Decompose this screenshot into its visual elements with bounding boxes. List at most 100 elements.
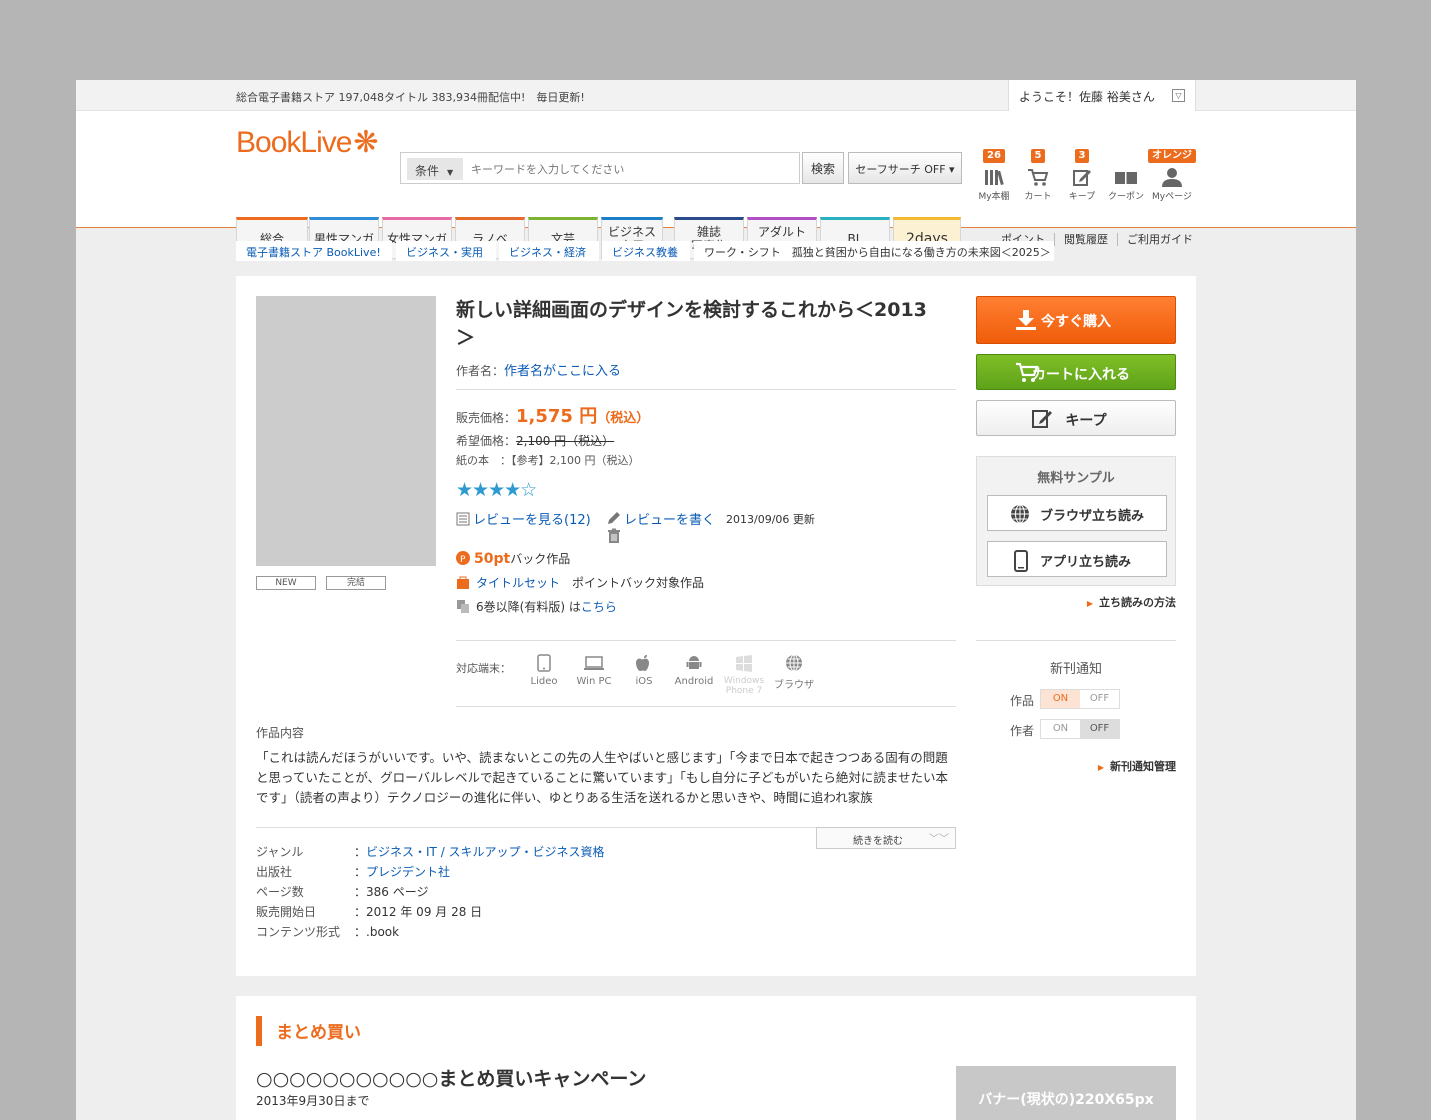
title-set-suffix: ポイントバック対象作品 bbox=[572, 576, 705, 590]
my-bookshelf-link[interactable]: 26 My本棚 bbox=[974, 149, 1014, 202]
windows-icon bbox=[736, 655, 752, 672]
metadata-separator: ： bbox=[354, 905, 367, 919]
metadata-text: .book bbox=[366, 925, 400, 939]
device-label: Win PC bbox=[576, 676, 612, 687]
more-label: 続きを読む bbox=[853, 836, 903, 847]
free-sample-heading: 無料サンプル bbox=[1037, 471, 1115, 486]
notify-work-toggle[interactable]: ON OFF bbox=[1040, 689, 1120, 709]
sample-howto-link[interactable]: ▶ 立ち読みの方法 bbox=[1087, 594, 1176, 610]
dropdown-icon[interactable]: ▽ bbox=[1172, 89, 1185, 102]
toggle-off[interactable]: OFF bbox=[1080, 720, 1119, 738]
search-button[interactable]: 検索 bbox=[802, 152, 844, 184]
breadcrumb-link[interactable]: ビジネス・経済 bbox=[499, 241, 599, 261]
add-to-cart-button[interactable]: カートに入れる bbox=[976, 354, 1176, 390]
metadata-value: ：2012 年 09 月 28 日 bbox=[354, 902, 482, 922]
title-set-link[interactable]: タイトルセット bbox=[476, 576, 560, 590]
breadcrumb-link[interactable]: ビジネス・実用 bbox=[396, 241, 496, 261]
browser-read-button[interactable]: ブラウザ立ち読み bbox=[987, 495, 1167, 531]
device-android: Android bbox=[669, 654, 719, 687]
toggle-on[interactable]: ON bbox=[1041, 690, 1080, 708]
app-read-button[interactable]: アプリ立ち読み bbox=[987, 541, 1167, 577]
bulk-heading: まとめ買い bbox=[276, 1023, 361, 1043]
metadata-link[interactable]: ビジネス・IT / スキルアップ・ビジネス資格 bbox=[366, 845, 605, 859]
safe-search-button[interactable]: セーフサーチ OFF ▾ bbox=[848, 152, 962, 184]
campaign-date: 2013年9月30日まで bbox=[256, 1094, 370, 1108]
coupon-link[interactable]: 0 クーポン bbox=[1106, 151, 1146, 202]
device-windows-phone: Windows Phone 7 bbox=[719, 654, 769, 696]
coupon-label: クーポン bbox=[1107, 192, 1144, 202]
view-reviews-link[interactable]: レビューを見る(12) bbox=[456, 509, 591, 528]
pencil-icon bbox=[608, 512, 620, 524]
metadata-value: ：386 ページ bbox=[354, 882, 429, 902]
notify-author-toggle[interactable]: ON OFF bbox=[1040, 719, 1120, 739]
devices-label: 対応端末： bbox=[456, 662, 511, 675]
price-value: 1,575 円 bbox=[516, 406, 598, 427]
read-more-button[interactable]: 続きを読む ﹀﹀ bbox=[816, 827, 956, 849]
chevron-down-icon: ﹀﹀ bbox=[929, 834, 949, 845]
booklive-logo[interactable]: BookLive❋ bbox=[236, 125, 379, 160]
metadata-link[interactable]: プレジデント社 bbox=[366, 865, 450, 879]
notify-work-row: 作品 ON OFF bbox=[1010, 689, 1120, 709]
mypage-link[interactable]: オレンジ Myページ bbox=[1148, 149, 1196, 202]
write-review-link[interactable]: レビューを書く bbox=[606, 509, 715, 528]
keep-label: キープ bbox=[1068, 192, 1096, 202]
bookshelf-icon bbox=[985, 170, 1004, 186]
user-icon bbox=[1162, 168, 1182, 187]
sale-price: 販売価格：1,575 円（税込） bbox=[456, 402, 649, 428]
globe-icon bbox=[786, 654, 802, 672]
condition-label: 条件 bbox=[415, 164, 440, 178]
metadata-key: ジャンル bbox=[256, 845, 304, 859]
search-condition-select[interactable]: 条件 ▼ bbox=[407, 158, 463, 180]
history-link[interactable]: 閲覧履歴 bbox=[1054, 233, 1117, 246]
metadata-separator: ： bbox=[354, 885, 367, 899]
free-sample-box: 無料サンプル ブラウザ立ち読み アプリ立ち読み bbox=[976, 456, 1176, 586]
notify-manage-link[interactable]: ▶ 新刊通知管理 bbox=[1098, 758, 1176, 774]
bulk-purchase-section: まとめ買い ○○○○○○○○○○○まとめ買いキャンペーン 2013年9月30日ま… bbox=[236, 996, 1196, 1120]
chevron-down-icon: ▼ bbox=[447, 168, 454, 177]
device-winpc: Win PC bbox=[569, 654, 619, 687]
breadcrumb-link[interactable]: ビジネス教養 bbox=[602, 241, 690, 261]
cart-link[interactable]: 5 カート bbox=[1018, 149, 1058, 202]
paper-price: 紙の本 ：【参考】2,100 円（税込） bbox=[456, 452, 640, 468]
device-label: Android bbox=[674, 676, 714, 687]
campaign-banner[interactable]: バナー(現状の)220X65px bbox=[956, 1066, 1176, 1120]
toggle-off[interactable]: OFF bbox=[1080, 690, 1119, 708]
campaign-title[interactable]: ○○○○○○○○○○○まとめ買いキャンペーン bbox=[256, 1064, 646, 1091]
welcome-text: ようこそ！佐藤 裕美さん bbox=[1019, 90, 1155, 104]
notify-work-label: 作品 bbox=[1010, 694, 1035, 708]
list-icon bbox=[456, 512, 470, 526]
book-title: 新しい詳細画面のデザインを検討するこれから＜2013＞ bbox=[456, 299, 927, 349]
keep-link[interactable]: 3 キープ bbox=[1062, 149, 1102, 202]
divider bbox=[456, 389, 956, 390]
metadata-key: 出版社 bbox=[256, 865, 293, 879]
metadata-value: ：ビジネス・IT / スキルアップ・ビジネス資格 bbox=[354, 842, 605, 862]
android-icon bbox=[686, 656, 702, 669]
keep-button[interactable]: キープ bbox=[976, 400, 1176, 436]
breadcrumb-current: ワーク・シフト 孤独と貧困から自由になる働き方の未来図＜2025＞ bbox=[694, 241, 1054, 261]
metadata-separator: ： bbox=[354, 845, 367, 859]
view-reviews-label: レビューを見る(12) bbox=[473, 513, 591, 528]
page: 総合電子書籍ストア 197,048タイトル 383,934冊配信中! 毎日更新!… bbox=[76, 80, 1356, 1120]
guide-link[interactable]: ご利用ガイド bbox=[1117, 233, 1202, 246]
welcome-menu[interactable]: ようこそ！佐藤 裕美さん ▽ bbox=[1008, 80, 1196, 111]
tablet-icon bbox=[537, 654, 551, 672]
toggle-on[interactable]: ON bbox=[1041, 720, 1080, 738]
book-cover-image[interactable] bbox=[256, 296, 436, 566]
trash-icon[interactable] bbox=[606, 528, 622, 544]
author-link[interactable]: 作者名がここに入る bbox=[504, 364, 621, 379]
search-input[interactable] bbox=[471, 159, 791, 179]
metadata-value: ：.book bbox=[354, 922, 399, 942]
title-set: タイトルセット ポイントバック対象作品 bbox=[456, 574, 704, 591]
device-lideo: Lideo bbox=[519, 654, 569, 687]
rating-stars: ★★★★☆ bbox=[456, 479, 537, 501]
point-coin-icon: P bbox=[456, 551, 470, 565]
device-ios: iOS bbox=[619, 654, 669, 687]
logo-spark-icon: ❋ bbox=[353, 126, 378, 159]
member-rank-badge: オレンジ bbox=[1148, 149, 1196, 163]
buy-now-button[interactable]: 今すぐ購入 bbox=[976, 296, 1176, 344]
volumes-link[interactable]: こちら bbox=[581, 600, 617, 614]
cart-icon bbox=[1028, 169, 1049, 186]
breadcrumb-link[interactable]: 電子書籍ストア BookLive! bbox=[236, 241, 392, 261]
bookshelf-label: My本棚 bbox=[978, 192, 1010, 202]
device-label: Windows Phone 7 bbox=[723, 676, 765, 696]
